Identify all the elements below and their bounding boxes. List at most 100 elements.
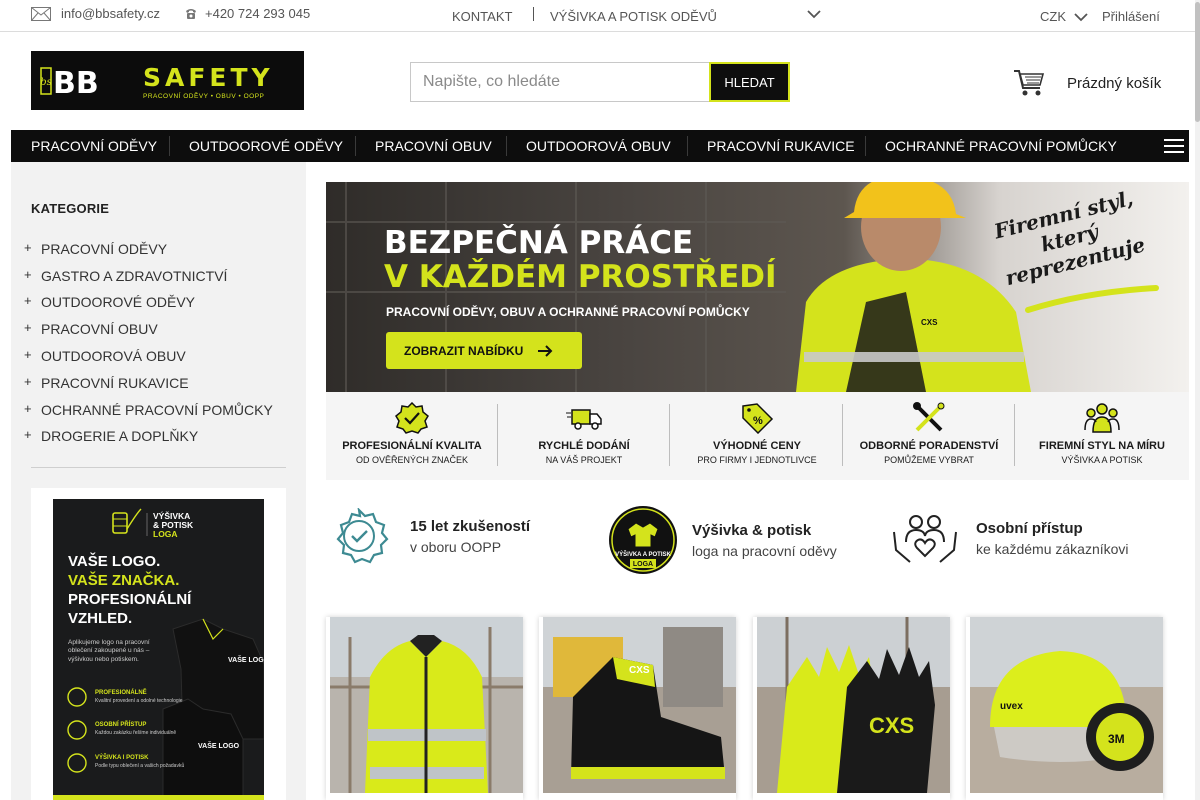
product-image-gloves[interactable]: CXS	[757, 617, 950, 793]
sidebar-item-label[interactable]: GASTRO A ZDRAVOTNICTVÍ	[41, 268, 227, 284]
arrow-right-icon	[538, 344, 553, 357]
sidebar-item-label[interactable]: OCHRANNÉ PRACOVNÍ POMŮCKY	[41, 402, 273, 418]
product-card-jacket[interactable]	[326, 617, 523, 800]
feature-delivery: RYCHLÉ DODÁNÍ NA VÁŠ PROJEKT	[498, 392, 670, 480]
usp-sub: v oboru OOPP	[410, 538, 502, 555]
hamburger-menu-icon[interactable]	[1164, 139, 1184, 153]
svg-text:LOGA: LOGA	[153, 529, 178, 539]
feature-prices: % VÝHODNÉ CENY PRO FIRMY I JEDNOTLIVCE	[671, 392, 843, 480]
phone-text[interactable]: +420 724 293 045	[205, 6, 310, 21]
cart[interactable]: Prázdný košík	[1013, 68, 1161, 98]
feature-advice: ODBORNÉ PORADENSTVÍ POMŮŽEME VYBRAT	[843, 392, 1015, 480]
sidebar-item-label[interactable]: PRACOVNÍ OBUV	[41, 321, 158, 337]
email-contact[interactable]: info@bbsafety.cz	[31, 6, 160, 21]
plus-icon[interactable]: +	[24, 401, 32, 416]
kontakt-link[interactable]: KONTAKT	[452, 9, 512, 24]
nav-item-ochranne-pomucky[interactable]: OCHRANNÉ PRACOVNÍ POMŮCKY	[885, 138, 1117, 154]
nav-item-outdoorova-obuv[interactable]: OUTDOOROVÁ OBUV	[526, 138, 671, 154]
nav-divider	[865, 136, 866, 156]
svg-text:%: %	[753, 415, 763, 427]
product-image-helmet[interactable]: uvex 3M	[970, 617, 1163, 793]
logo-safety: SAFETY	[143, 63, 274, 92]
feature-sub: POMŮŽEME VYBRAT	[884, 455, 974, 465]
show-offer-button[interactable]: ZOBRAZIT NABÍDKU	[386, 332, 582, 369]
embroidery-badge-icon: VÝŠIVKA A POTISK LOGA	[609, 506, 677, 574]
svg-text:PROFESIONÁLNÍ: PROFESIONÁLNÍ	[68, 591, 192, 608]
sidebar-divider	[31, 467, 286, 468]
usp-title: Výšivka & potisk	[692, 521, 812, 539]
plus-icon[interactable]: +	[24, 240, 32, 255]
site-logo[interactable]: bs BB SAFETY PRACOVNÍ ODĚVY • OBUV • OOP…	[31, 51, 304, 110]
plus-icon[interactable]: +	[24, 374, 32, 389]
sidebar-item-label[interactable]: OUTDOOROVÉ ODĚVY	[41, 294, 195, 310]
page-scrollbar[interactable]	[1195, 0, 1200, 800]
hero-title-line-2: V KAŽDÉM PROSTŘEDÍ	[384, 259, 777, 295]
nav-divider	[687, 136, 688, 156]
cta-label[interactable]: ZOBRAZIT NABÍDKU	[404, 344, 523, 358]
promo-banner[interactable]: VÝŠIVKA & POTISK LOGA VAŠE LOGO. VAŠE ZN…	[53, 499, 264, 800]
search-button[interactable]: HLEDAT	[709, 62, 790, 102]
svg-text:CXS: CXS	[921, 318, 938, 327]
sidebar-item-label[interactable]: PRACOVNÍ ODĚVY	[41, 241, 167, 257]
nav-item-pracovni-rukavice[interactable]: PRACOVNÍ RUKAVICE	[707, 138, 855, 154]
svg-text:VÝŠIVKA A POTISK: VÝŠIVKA A POTISK	[615, 550, 671, 558]
sidebar-item-label[interactable]: DROGERIE A DOPLŇKY	[41, 428, 198, 444]
chevron-down-icon[interactable]	[1074, 12, 1088, 22]
promo-banner-wrap: VÝŠIVKA & POTISK LOGA VAŠE LOGO. VAŠE ZN…	[31, 488, 286, 800]
svg-text:CXS: CXS	[629, 665, 650, 676]
nav-item-pracovni-odevy[interactable]: PRACOVNÍ ODĚVY	[31, 138, 157, 154]
nav-divider	[169, 136, 170, 156]
svg-text:bs: bs	[40, 77, 52, 88]
svg-text:Podle typu oblečení a vašich p: Podle typu oblečení a vašich požadavků	[95, 762, 184, 769]
product-card-gloves[interactable]: CXS	[753, 617, 950, 800]
product-card-boots[interactable]: CXS	[539, 617, 736, 800]
product-image-jacket[interactable]	[330, 617, 523, 793]
usp-sub: ke každému zákazníkovi	[976, 540, 1129, 557]
login-link[interactable]: Přihlášení	[1102, 9, 1160, 24]
usp-sub: loga na pracovní oděvy	[692, 542, 837, 559]
feature-title: FIREMNÍ STYL NA MÍRU	[1039, 440, 1165, 452]
cart-label[interactable]: Prázdný košík	[1067, 75, 1161, 92]
currency-label[interactable]: CZK	[1040, 9, 1066, 24]
sidebar-heading: KATEGORIE	[31, 201, 110, 216]
plus-icon[interactable]: +	[24, 320, 32, 335]
usp-title: 15 let zkušeností	[410, 517, 531, 535]
product-card-helmet[interactable]: uvex 3M	[966, 617, 1163, 800]
plus-icon[interactable]: +	[24, 267, 32, 282]
hero-title-line-1: BEZPEČNÁ PRÁCE	[384, 225, 694, 261]
svg-text:Kvalitní provedení a odolné te: Kvalitní provedení a odolné technologie	[95, 698, 183, 704]
svg-text:VAŠE LOGO.: VAŠE LOGO.	[68, 552, 160, 570]
feature-sub: PRO FIRMY I JEDNOTLIVCE	[697, 455, 817, 465]
nav-item-outdoorove-odevy[interactable]: OUTDOOROVÉ ODĚVY	[189, 138, 343, 154]
sidebar-item-label[interactable]: PRACOVNÍ RUKAVICE	[41, 375, 189, 391]
usp-personal: Osobní přístup ke každému zákazníkovi	[892, 512, 1129, 564]
product-image-boots[interactable]: CXS	[543, 617, 736, 793]
usp-title: Osobní přístup	[976, 519, 1083, 537]
plus-icon[interactable]: +	[24, 293, 32, 308]
feature-custom-style: FIREMNÍ STYL NA MÍRU VÝŠIVKA A POTISK	[1016, 392, 1188, 480]
chevron-down-icon[interactable]	[807, 9, 821, 19]
sidebar-item-label[interactable]: OUTDOOROVÁ OBUV	[41, 348, 186, 364]
svg-text:VAŠE LOGO: VAŠE LOGO	[228, 655, 264, 664]
feature-title: RYCHLÉ DODÁNÍ	[538, 440, 630, 452]
vysivka-link[interactable]: VÝŠIVKA A POTISK ODĚVŮ	[550, 9, 717, 24]
currency-selector[interactable]: CZK	[1040, 9, 1088, 24]
plus-icon[interactable]: +	[24, 347, 32, 362]
usp-embroidery: VÝŠIVKA A POTISK LOGA Výšivka & potisk lo…	[608, 505, 837, 575]
nav-item-pracovni-obuv[interactable]: PRACOVNÍ OBUV	[375, 138, 492, 154]
logo-tagline: PRACOVNÍ ODĚVY • OBUV • OOPP	[143, 91, 264, 100]
phone-contact[interactable]: +420 724 293 045	[185, 6, 310, 21]
shopping-cart-icon	[1014, 70, 1045, 96]
search-input[interactable]	[410, 62, 709, 102]
feature-sub: VÝŠIVKA A POTISK	[1061, 455, 1143, 465]
svg-text:CXS: CXS	[869, 713, 914, 738]
email-text[interactable]: info@bbsafety.cz	[61, 6, 160, 21]
nav-divider	[355, 136, 356, 156]
promo-body: Aplikujeme logo na pracovní oblečení zak…	[68, 639, 150, 663]
svg-text:VÝŠIVKA I POTISK: VÝŠIVKA I POTISK	[95, 753, 149, 761]
hero-banner[interactable]: CXS BEZPEČNÁ PRÁCE V KAŽDÉM PROSTŘEDÍ PR…	[326, 182, 1189, 392]
quality-badge-icon	[395, 402, 429, 434]
scrollbar-thumb[interactable]	[1195, 2, 1200, 122]
plus-icon[interactable]: +	[24, 427, 32, 442]
svg-text:PROFESIONÁLNĚ: PROFESIONÁLNĚ	[95, 688, 147, 696]
